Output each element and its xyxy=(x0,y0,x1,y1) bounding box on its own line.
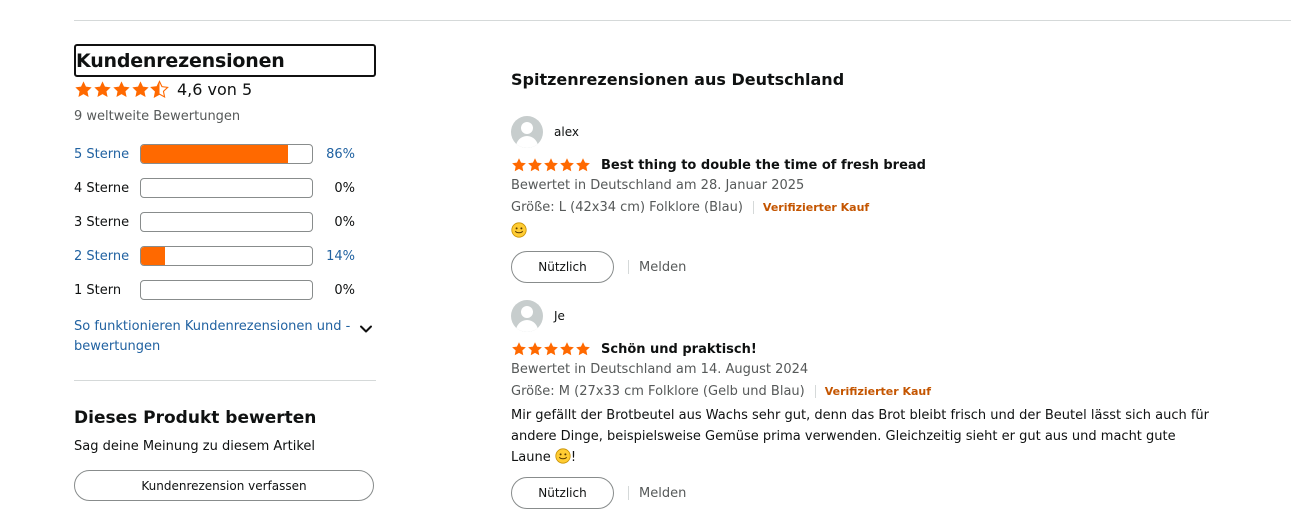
review-actions: Nützlich Melden xyxy=(511,477,1231,509)
histogram-label[interactable]: 5 Sterne xyxy=(74,147,140,162)
star-icon xyxy=(559,157,575,173)
review-variant[interactable]: Größe: M (27x33 cm Folklore (Gelb und Bl… xyxy=(511,384,805,399)
user-avatar-icon[interactable] xyxy=(511,116,543,148)
review-body: Mir gefällt der Brotbeutel aus Wachs seh… xyxy=(511,405,1211,468)
review-date: Bewertet in Deutschland am 28. Januar 20… xyxy=(511,178,805,193)
smiley-emoji-icon xyxy=(555,448,571,464)
ratings-heading-box: Kundenrezensionen xyxy=(74,44,376,77)
reviewer-profile[interactable]: Je xyxy=(511,300,1231,332)
average-rating[interactable]: 4,6 von 5 xyxy=(74,78,376,100)
reviewer-name[interactable]: alex xyxy=(554,125,579,139)
review-actions: Nützlich Melden xyxy=(511,251,1231,283)
meta-separator xyxy=(752,200,754,214)
meta-separator xyxy=(814,384,816,398)
histogram-percent: 0% xyxy=(334,180,355,196)
top-divider xyxy=(74,20,1291,21)
star-icon xyxy=(527,341,543,357)
histogram-bar[interactable] xyxy=(140,246,313,266)
histogram-row-1: 1 Stern 0% xyxy=(74,273,376,307)
histogram-bar-fill xyxy=(141,145,289,163)
review-variant-row: Größe: L (42x34 cm) Folklore (Blau) Veri… xyxy=(511,198,1231,216)
ratings-summary: Kundenrezensionen 4,6 von 5 9 weltweite … xyxy=(74,44,376,501)
rate-product-heading: Dieses Produkt bewerten xyxy=(74,408,317,428)
verified-purchase-badge: Verifizierter Kauf xyxy=(824,384,932,398)
histogram-percent[interactable]: 86% xyxy=(313,147,355,162)
chevron-down-icon[interactable] xyxy=(358,321,374,337)
review-card: Je Schön und praktisch! Bewertet in Deut… xyxy=(511,300,1231,509)
report-link[interactable]: Melden xyxy=(639,486,686,501)
rating-histogram: 5 Sterne 86% 4 Sterne 0% 3 Sterne 0% 2 S… xyxy=(74,137,376,307)
review-title-row[interactable]: Best thing to double the time of fresh b… xyxy=(511,156,1231,174)
average-stars xyxy=(74,80,169,99)
histogram-row-4: 4 Sterne 0% xyxy=(74,171,376,205)
review-stars[interactable] xyxy=(511,341,591,357)
review-body-text-end: ! xyxy=(570,450,577,465)
star-icon xyxy=(559,341,575,357)
how-reviews-work-link[interactable]: So funktionieren Kundenrezensionen und -… xyxy=(74,317,354,357)
review-card: alex Best thing to double the time of fr… xyxy=(511,116,1231,283)
review-title[interactable]: Best thing to double the time of fresh b… xyxy=(601,158,926,173)
helpful-button[interactable]: Nützlich xyxy=(511,477,614,509)
review-body-text: Mir gefällt der Brotbeutel aus Wachs seh… xyxy=(511,408,1210,465)
star-icon xyxy=(511,341,527,357)
write-review-button[interactable]: Kundenrezension verfassen xyxy=(74,470,374,501)
star-icon xyxy=(543,157,559,173)
review-title-row[interactable]: Schön und praktisch! xyxy=(511,340,1231,358)
histogram-label: 4 Sterne xyxy=(74,180,130,196)
review-title[interactable]: Schön und praktisch! xyxy=(601,342,757,357)
how-reviews-work-expander[interactable]: So funktionieren Kundenrezensionen und -… xyxy=(74,317,376,357)
star-icon xyxy=(527,157,543,173)
star-icon xyxy=(131,80,150,99)
review-variant[interactable]: Größe: L (42x34 cm) Folklore (Blau) xyxy=(511,200,743,215)
total-ratings-count: 9 weltweite Bewertungen xyxy=(74,109,241,124)
histogram-percent: 0% xyxy=(334,282,355,298)
review-date: Bewertet in Deutschland am 14. August 20… xyxy=(511,362,809,377)
star-icon xyxy=(93,80,112,99)
reviewer-profile[interactable]: alex xyxy=(511,116,1231,148)
average-rating-text: 4,6 von 5 xyxy=(177,79,253,99)
user-avatar-icon[interactable] xyxy=(511,300,543,332)
half-star-icon xyxy=(150,80,169,99)
ratings-heading: Kundenrezensionen xyxy=(76,50,285,72)
section-divider xyxy=(74,380,376,381)
histogram-label: 3 Sterne xyxy=(74,214,130,230)
star-icon xyxy=(543,341,559,357)
top-reviews-section: Spitzenrezensionen aus Deutschland alex … xyxy=(511,70,1231,509)
review-variant-row: Größe: M (27x33 cm Folklore (Gelb und Bl… xyxy=(511,382,1231,400)
review-body xyxy=(511,221,1211,242)
histogram-row-3: 3 Sterne 0% xyxy=(74,205,376,239)
report-link[interactable]: Melden xyxy=(639,260,686,275)
histogram-percent[interactable]: 14% xyxy=(313,249,355,264)
histogram-percent: 0% xyxy=(334,214,355,230)
histogram-bar xyxy=(140,212,313,232)
histogram-label: 1 Stern xyxy=(74,282,122,298)
review-stars[interactable] xyxy=(511,157,591,173)
histogram-row-5[interactable]: 5 Sterne 86% xyxy=(74,137,376,171)
histogram-bar[interactable] xyxy=(140,144,313,164)
top-reviews-heading: Spitzenrezensionen aus Deutschland xyxy=(511,70,845,89)
reviewer-name[interactable]: Je xyxy=(554,309,565,323)
star-icon xyxy=(575,157,591,173)
smiley-emoji-icon xyxy=(511,222,527,238)
star-icon xyxy=(575,341,591,357)
action-separator xyxy=(628,260,629,274)
histogram-label[interactable]: 2 Sterne xyxy=(74,249,140,264)
action-separator xyxy=(628,486,629,500)
star-icon xyxy=(112,80,131,99)
rate-product-subtext: Sag deine Meinung zu diesem Artikel xyxy=(74,439,316,454)
histogram-bar-fill xyxy=(141,247,165,265)
histogram-bar xyxy=(140,178,313,198)
histogram-row-2[interactable]: 2 Sterne 14% xyxy=(74,239,376,273)
verified-purchase-badge: Verifizierter Kauf xyxy=(762,200,870,214)
star-icon xyxy=(511,157,527,173)
star-icon xyxy=(74,80,93,99)
helpful-button[interactable]: Nützlich xyxy=(511,251,614,283)
histogram-bar xyxy=(140,280,313,300)
